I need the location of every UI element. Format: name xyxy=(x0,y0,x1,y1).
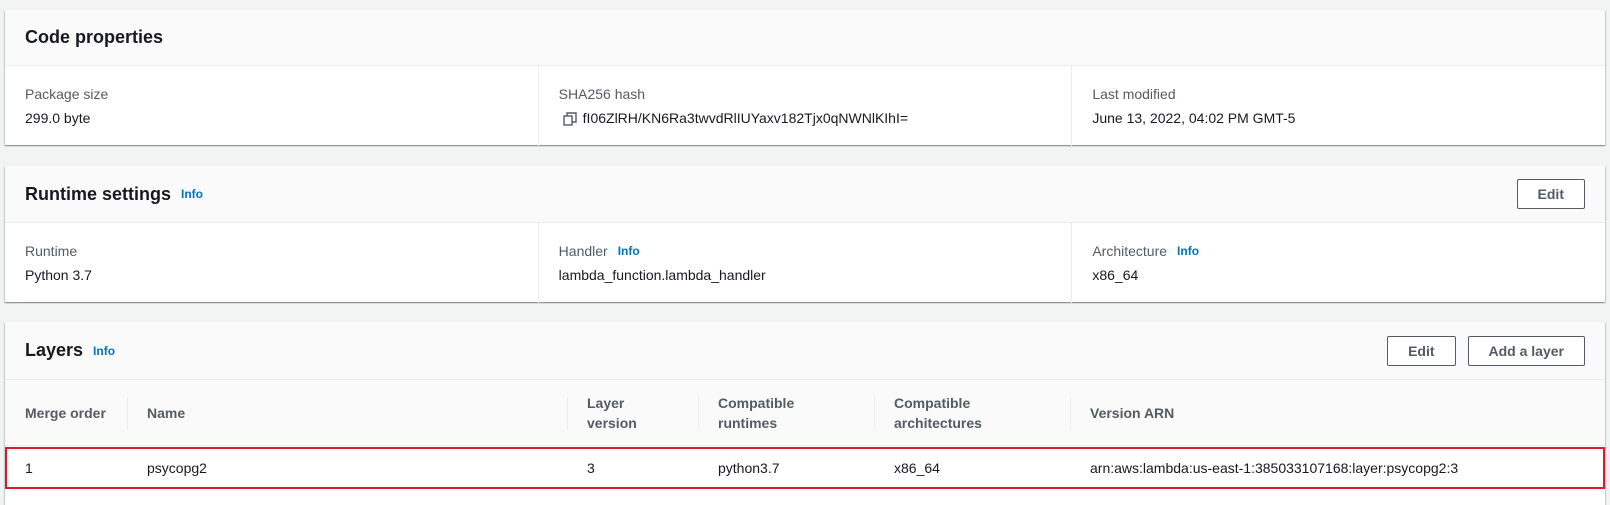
compatible-architectures-header-line1: Compatible xyxy=(894,394,971,411)
cell-compatible-architectures: x86_64 xyxy=(894,460,940,476)
compatible-architectures-header-label: Compatible architectures xyxy=(894,393,982,433)
architecture-label: Architecture xyxy=(1092,243,1168,259)
column-header-name[interactable]: Name xyxy=(127,380,567,445)
layers-info-link[interactable]: Info xyxy=(93,344,115,358)
layers-header: Layers Info Edit Add a layer xyxy=(5,322,1605,380)
runtime-settings-values: Runtime Python 3.7 Handler Info lambda_f… xyxy=(5,223,1605,303)
handler-label: Handler xyxy=(558,243,608,259)
runtime-settings-header: Runtime settings Info Edit xyxy=(5,166,1605,223)
runtime-settings-info-link[interactable]: Info xyxy=(181,187,203,201)
runtime-label: Runtime xyxy=(25,243,78,259)
column-header-version-arn[interactable]: Version ARN xyxy=(1070,380,1605,445)
runtime-column: Runtime Python 3.7 xyxy=(5,223,538,303)
column-separator xyxy=(698,397,699,429)
compatible-runtimes-header-line1: Compatible xyxy=(718,394,795,411)
name-header-label: Name xyxy=(147,404,186,421)
sha256-label: SHA256 hash xyxy=(558,86,646,102)
code-properties-values: Package size 299.0 byte SHA256 hash fI06… xyxy=(5,66,1605,146)
cell-version-arn: arn:aws:lambda:us-east-1:385033107168:la… xyxy=(1090,460,1459,476)
cell-layer-version: 3 xyxy=(587,460,595,476)
version-arn-header-label: Version ARN xyxy=(1090,404,1175,421)
cell-compatible-runtimes: python3.7 xyxy=(718,460,780,476)
package-size-column: Package size 299.0 byte xyxy=(5,66,538,146)
architecture-info-link[interactable]: Info xyxy=(1177,241,1199,261)
compatible-runtimes-header-label: Compatible runtimes xyxy=(718,393,794,433)
layer-version-header-label: Layer version xyxy=(587,394,637,431)
layers-table-header: Merge order Name Layer version Compatibl… xyxy=(5,380,1605,446)
sha256-value: fI06ZlRH/KN6Ra3twvdRlIUYaxv182Tjx0qNWNlK… xyxy=(582,110,909,126)
column-header-layer-version[interactable]: Layer version xyxy=(567,380,698,445)
architecture-column: Architecture Info x86_64 xyxy=(1071,223,1605,303)
runtime-settings-title: Runtime settings xyxy=(25,183,172,204)
compatible-architectures-header-line2: architectures xyxy=(894,414,982,431)
column-separator xyxy=(874,397,875,429)
code-properties-header: Code properties xyxy=(5,10,1605,66)
runtime-settings-panel: Runtime settings Info Edit Runtime Pytho… xyxy=(5,166,1605,303)
architecture-label-row: Architecture Info xyxy=(1092,241,1585,261)
package-size-label: Package size xyxy=(25,86,109,102)
copy-icon[interactable] xyxy=(562,111,577,126)
code-properties-panel: Code properties Package size 299.0 byte … xyxy=(5,10,1605,146)
runtime-settings-actions: Edit xyxy=(1516,179,1585,209)
layers-title: Layers xyxy=(25,340,84,360)
sha256-value-row: fI06ZlRH/KN6Ra3twvdRlIUYaxv182Tjx0qNWNlK… xyxy=(559,108,1052,128)
cell-name: psycopg2 xyxy=(147,460,207,476)
table-row[interactable]: 1 psycopg2 3 python3.7 x86_64 arn:aws:la… xyxy=(5,447,1605,489)
sha256-column: SHA256 hash fI06ZlRH/KN6Ra3twvdRlIUYaxv1… xyxy=(537,66,1072,146)
column-separator xyxy=(1070,397,1071,429)
layers-edit-button[interactable]: Edit xyxy=(1387,335,1456,366)
cell-merge-order: 1 xyxy=(25,460,33,476)
layers-table: Merge order Name Layer version Compatibl… xyxy=(5,380,1605,489)
compatible-runtimes-header-line2: runtimes xyxy=(718,414,778,431)
last-modified-column: Last modified June 13, 2022, 04:02 PM GM… xyxy=(1071,66,1605,146)
column-separator xyxy=(567,397,568,429)
column-header-merge-order[interactable]: Merge order xyxy=(5,380,127,445)
code-properties-title: Code properties xyxy=(25,27,164,47)
last-modified-value: June 13, 2022, 04:02 PM GMT-5 xyxy=(1092,110,1296,126)
handler-value: lambda_function.lambda_handler xyxy=(558,267,766,283)
layers-panel: Layers Info Edit Add a layer Merge order… xyxy=(5,322,1605,505)
column-header-compatible-runtimes[interactable]: Compatible runtimes xyxy=(698,380,874,445)
handler-label-row: Handler Info xyxy=(559,241,1052,261)
runtime-value: Python 3.7 xyxy=(25,267,92,283)
column-header-compatible-architectures[interactable]: Compatible architectures xyxy=(874,380,1070,445)
last-modified-label: Last modified xyxy=(1092,86,1176,102)
merge-order-header-label: Merge order xyxy=(25,404,106,421)
handler-column: Handler Info lambda_function.lambda_hand… xyxy=(537,223,1072,303)
column-separator xyxy=(127,397,128,429)
runtime-edit-button[interactable]: Edit xyxy=(1516,179,1585,209)
package-size-value: 299.0 byte xyxy=(25,110,91,126)
handler-info-link[interactable]: Info xyxy=(618,241,640,261)
layers-actions: Edit Add a layer xyxy=(1387,335,1585,366)
architecture-value: x86_64 xyxy=(1092,267,1139,283)
add-layer-button[interactable]: Add a layer xyxy=(1467,335,1585,366)
